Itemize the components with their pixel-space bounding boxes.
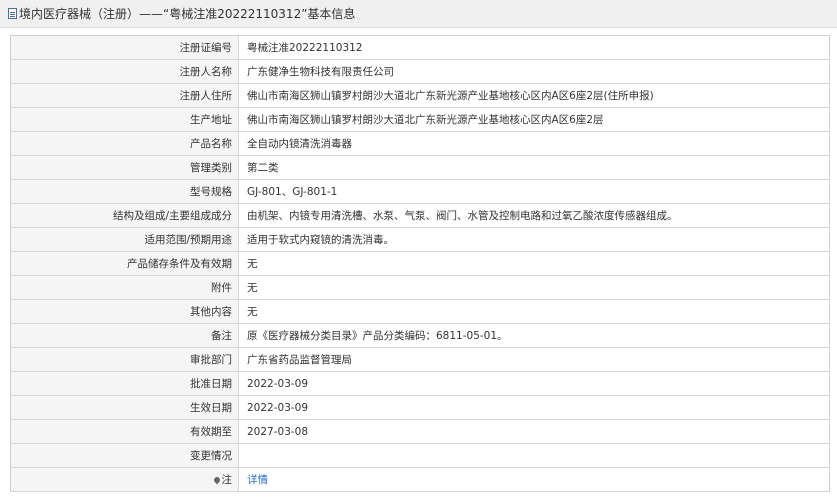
field-value: 2027-03-08 xyxy=(238,419,829,444)
field-value: GJ-801、GJ-801-1 xyxy=(238,179,829,204)
field-value: 广东健净生物科技有限责任公司 xyxy=(238,59,829,84)
field-label: 变更情况 xyxy=(11,443,239,468)
table-row: 管理类别 第二类 xyxy=(11,155,829,180)
field-value: 原《医疗器械分类目录》产品分类编码：6811-05-01。 xyxy=(238,323,829,348)
field-label: 产品名称 xyxy=(11,131,239,156)
table-row: 批准日期 2022-03-09 xyxy=(11,371,829,396)
table-row: 型号规格 GJ-801、GJ-801-1 xyxy=(11,179,829,204)
field-value: 全自动内镜清洗消毒器 xyxy=(238,131,829,156)
field-label: 其他内容 xyxy=(11,299,239,324)
table-row: 生效日期 2022-03-09 xyxy=(11,395,829,420)
detail-link[interactable]: 详情 xyxy=(247,474,268,486)
field-label: 批准日期 xyxy=(11,371,239,396)
table-row: 附件 无 xyxy=(11,275,829,300)
note-value-cell: 详情 xyxy=(238,467,829,492)
field-value xyxy=(238,443,829,468)
field-label: 审批部门 xyxy=(11,347,239,372)
table-row: 产品名称 全自动内镜清洗消毒器 xyxy=(11,131,829,156)
field-value: 由机架、内镜专用清洗槽、水泵、气泵、阀门、水管及控制电路和过氧乙酸浓度传感器组成… xyxy=(238,203,829,228)
info-table-container: 注册证编号 粤械注准20222110312 注册人名称 广东健净生物科技有限责任… xyxy=(10,35,830,492)
field-value: 第二类 xyxy=(238,155,829,180)
field-label: 有效期至 xyxy=(11,419,239,444)
location-pin-icon xyxy=(212,475,221,485)
table-row: 备注 原《医疗器械分类目录》产品分类编码：6811-05-01。 xyxy=(11,323,829,348)
field-label: 附件 xyxy=(11,275,239,300)
field-label: 管理类别 xyxy=(11,155,239,180)
note-label-cell: 注 xyxy=(11,467,239,492)
table-row: 其他内容 无 xyxy=(11,299,829,324)
table-row-note: 注 详情 xyxy=(11,467,829,492)
field-label: 结构及组成/主要组成成分 xyxy=(11,203,239,228)
field-value: 2022-03-09 xyxy=(238,371,829,396)
page-header: 境内医疗器械（注册）——“粤械注准20222110312”基本信息 xyxy=(0,0,837,28)
table-row: 审批部门 广东省药品监督管理局 xyxy=(11,347,829,372)
field-value: 粤械注准20222110312 xyxy=(238,36,829,60)
field-label: 注册人住所 xyxy=(11,83,239,108)
field-value: 无 xyxy=(238,251,829,276)
table-row: 注册人住所 佛山市南海区狮山镇罗村朗沙大道北广东新光源产业基地核心区内A区6座2… xyxy=(11,83,829,108)
page-title: 境内医疗器械（注册）——“粤械注准20222110312”基本信息 xyxy=(19,7,356,21)
field-label: 型号规格 xyxy=(11,179,239,204)
field-label: 适用范围/预期用途 xyxy=(11,227,239,252)
table-row: 注册证编号 粤械注准20222110312 xyxy=(11,36,829,60)
info-table: 注册证编号 粤械注准20222110312 注册人名称 广东健净生物科技有限责任… xyxy=(11,36,829,492)
field-value: 佛山市南海区狮山镇罗村朗沙大道北广东新光源产业基地核心区内A区6座2层 xyxy=(238,107,829,132)
field-label: 产品储存条件及有效期 xyxy=(11,251,239,276)
table-row: 注册人名称 广东健净生物科技有限责任公司 xyxy=(11,59,829,84)
table-row: 结构及组成/主要组成成分 由机架、内镜专用清洗槽、水泵、气泵、阀门、水管及控制电… xyxy=(11,203,829,228)
field-label: 生产地址 xyxy=(11,107,239,132)
field-label: 生效日期 xyxy=(11,395,239,420)
table-row: 适用范围/预期用途 适用于软式内窥镜的清洗消毒。 xyxy=(11,227,829,252)
field-value: 佛山市南海区狮山镇罗村朗沙大道北广东新光源产业基地核心区内A区6座2层(住所申报… xyxy=(238,83,829,108)
field-value: 广东省药品监督管理局 xyxy=(238,347,829,372)
field-value: 无 xyxy=(238,299,829,324)
field-label: 备注 xyxy=(11,323,239,348)
field-value: 适用于软式内窥镜的清洗消毒。 xyxy=(238,227,829,252)
table-row: 有效期至 2027-03-08 xyxy=(11,419,829,444)
note-label: 注 xyxy=(221,474,233,486)
table-row: 产品储存条件及有效期 无 xyxy=(11,251,829,276)
field-label: 注册人名称 xyxy=(11,59,239,84)
field-label: 注册证编号 xyxy=(11,36,239,60)
field-value: 无 xyxy=(238,275,829,300)
table-row: 变更情况 xyxy=(11,443,829,468)
document-icon xyxy=(8,8,17,19)
table-row: 生产地址 佛山市南海区狮山镇罗村朗沙大道北广东新光源产业基地核心区内A区6座2层 xyxy=(11,107,829,132)
field-value: 2022-03-09 xyxy=(238,395,829,420)
